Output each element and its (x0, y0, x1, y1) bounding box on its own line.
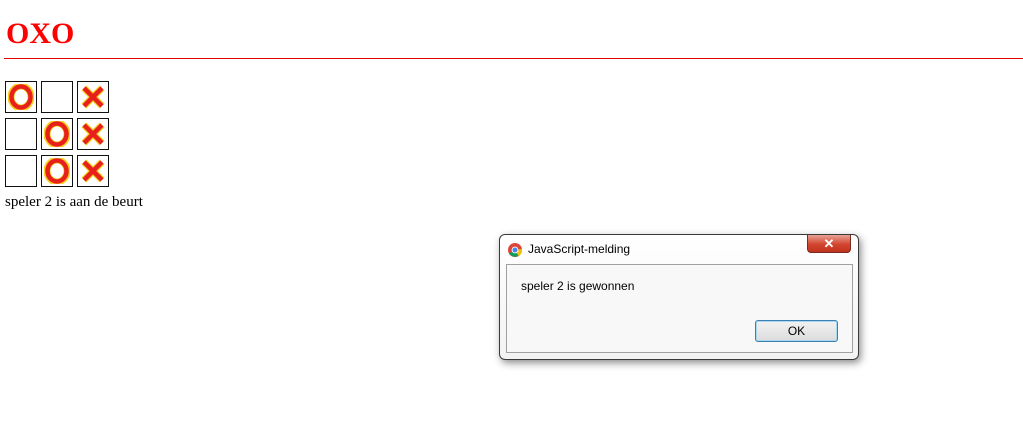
x-mark-icon (81, 159, 105, 183)
dialog-title: JavaScript-melding (528, 242, 631, 256)
o-mark-icon (8, 84, 34, 110)
ok-button[interactable]: OK (755, 320, 838, 342)
chrome-icon (508, 243, 522, 257)
alert-dialog: JavaScript-melding ✕ speler 2 is gewonne… (499, 234, 859, 360)
board-cell[interactable] (5, 118, 37, 150)
board-cell[interactable] (41, 81, 73, 113)
close-button[interactable]: ✕ (807, 235, 851, 253)
o-mark-icon (44, 121, 70, 147)
board-cell[interactable] (41, 118, 73, 150)
board-cell[interactable] (77, 155, 109, 187)
x-mark-icon (81, 122, 105, 146)
board-cell[interactable] (41, 155, 73, 187)
board-cell[interactable] (77, 81, 109, 113)
board-cell[interactable] (77, 118, 109, 150)
dialog-body: speler 2 is gewonnen OK (506, 264, 853, 353)
x-mark-icon (81, 85, 105, 109)
title-divider (4, 58, 1023, 59)
turn-status: speler 2 is aan de beurt (5, 194, 143, 210)
board-cell[interactable] (5, 155, 37, 187)
board-cell[interactable] (5, 81, 37, 113)
close-icon: ✕ (823, 236, 835, 251)
dialog-message: speler 2 is gewonnen (521, 279, 635, 293)
o-mark-icon (44, 158, 70, 184)
page-title: OXO (6, 17, 75, 50)
